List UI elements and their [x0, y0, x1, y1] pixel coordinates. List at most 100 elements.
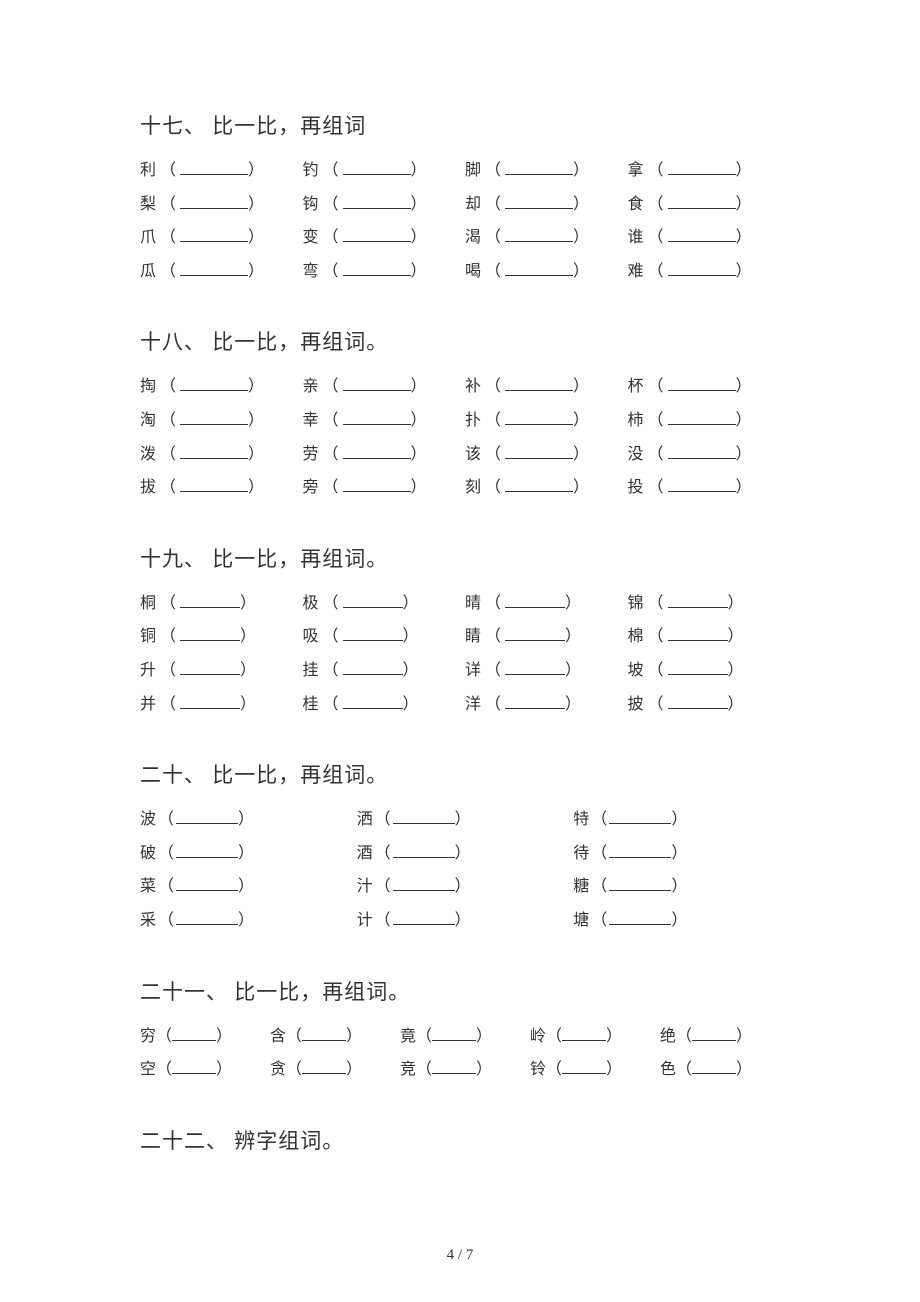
exercise-row: 泼（）劳（）该（）没（）	[140, 438, 790, 472]
fill-blank[interactable]	[668, 476, 736, 492]
fill-blank[interactable]	[180, 193, 248, 209]
fill-blank[interactable]	[668, 592, 728, 608]
fill-blank[interactable]	[505, 226, 573, 242]
fill-blank[interactable]	[180, 409, 248, 425]
fill-blank[interactable]	[609, 842, 671, 858]
fill-blank[interactable]	[505, 193, 573, 209]
fill-blank[interactable]	[172, 1025, 216, 1041]
fill-blank[interactable]	[343, 659, 403, 675]
fill-blank[interactable]	[668, 625, 728, 641]
fill-blank[interactable]	[343, 693, 403, 709]
section-title: 二十、 比一比，再组词。	[140, 759, 790, 789]
fill-blank[interactable]	[180, 226, 248, 242]
character: 塘	[573, 912, 591, 929]
fill-blank[interactable]	[393, 842, 455, 858]
exercise-item: 杯（）	[628, 370, 791, 404]
fill-blank[interactable]	[692, 1058, 736, 1074]
fill-blank[interactable]	[302, 1025, 346, 1041]
fill-blank[interactable]	[505, 409, 573, 425]
section-title: 十九、 比一比，再组词。	[140, 543, 790, 573]
fill-blank[interactable]	[393, 808, 455, 824]
section-title: 十七、 比一比，再组词	[140, 110, 790, 140]
fill-blank[interactable]	[180, 159, 248, 175]
fill-blank[interactable]	[668, 260, 736, 276]
fill-blank[interactable]	[180, 260, 248, 276]
fill-blank[interactable]	[668, 159, 736, 175]
exercise-item: 挂（）	[303, 654, 466, 688]
fill-blank[interactable]	[343, 226, 411, 242]
fill-blank[interactable]	[343, 193, 411, 209]
fill-blank[interactable]	[505, 659, 565, 675]
fill-blank[interactable]	[393, 875, 455, 891]
fill-blank[interactable]	[692, 1025, 736, 1041]
fill-blank[interactable]	[343, 476, 411, 492]
character: 亲	[303, 378, 323, 395]
fill-blank[interactable]	[343, 625, 403, 641]
fill-blank[interactable]	[505, 476, 573, 492]
fill-blank[interactable]	[668, 226, 736, 242]
fill-blank[interactable]	[505, 443, 573, 459]
character: 扑	[465, 412, 485, 429]
exercise-item: 铃（）	[530, 1053, 660, 1087]
fill-blank[interactable]	[393, 909, 455, 925]
character: 柿	[628, 412, 648, 429]
fill-blank[interactable]	[176, 909, 238, 925]
fill-blank[interactable]	[180, 693, 240, 709]
fill-blank[interactable]	[172, 1058, 216, 1074]
fill-blank[interactable]	[668, 659, 728, 675]
fill-blank[interactable]	[505, 260, 573, 276]
exercise-item: 喝（）	[465, 255, 628, 289]
exercise-item: 酒（）	[357, 837, 574, 871]
fill-blank[interactable]	[180, 375, 248, 391]
fill-blank[interactable]	[180, 443, 248, 459]
page-number: 4 / 7	[0, 1247, 920, 1264]
fill-blank[interactable]	[432, 1058, 476, 1074]
character: 补	[465, 378, 485, 395]
exercise-row: 铜（）吸（）睛（）棉（）	[140, 620, 790, 654]
fill-blank[interactable]	[432, 1025, 476, 1041]
fill-blank[interactable]	[668, 443, 736, 459]
fill-blank[interactable]	[180, 659, 240, 675]
exercise-item: 桂（）	[303, 688, 466, 722]
fill-blank[interactable]	[343, 443, 411, 459]
fill-blank[interactable]	[176, 842, 238, 858]
fill-blank[interactable]	[505, 693, 565, 709]
exercise-row: 菜（）汁（）糖（）	[140, 870, 790, 904]
fill-blank[interactable]	[609, 875, 671, 891]
fill-blank[interactable]	[562, 1058, 606, 1074]
fill-blank[interactable]	[176, 875, 238, 891]
exercise-item: 破（）	[140, 837, 357, 871]
fill-blank[interactable]	[668, 693, 728, 709]
fill-blank[interactable]	[505, 625, 565, 641]
fill-blank[interactable]	[180, 592, 240, 608]
character: 渴	[465, 229, 485, 246]
character: 变	[303, 229, 323, 246]
fill-blank[interactable]	[343, 592, 403, 608]
exercise-item: 脚（）	[465, 154, 628, 188]
character: 晴	[465, 595, 485, 612]
exercise-item: 梨（）	[140, 188, 303, 222]
fill-blank[interactable]	[180, 476, 248, 492]
fill-blank[interactable]	[343, 159, 411, 175]
fill-blank[interactable]	[343, 375, 411, 391]
fill-blank[interactable]	[176, 808, 238, 824]
fill-blank[interactable]	[609, 909, 671, 925]
fill-blank[interactable]	[343, 260, 411, 276]
fill-blank[interactable]	[668, 409, 736, 425]
exercise-item: 劳（）	[303, 438, 466, 472]
character: 旁	[303, 479, 323, 496]
character: 难	[628, 263, 648, 280]
character: 谁	[628, 229, 648, 246]
fill-blank[interactable]	[343, 409, 411, 425]
fill-blank[interactable]	[562, 1025, 606, 1041]
fill-blank[interactable]	[180, 625, 240, 641]
fill-blank[interactable]	[505, 375, 573, 391]
exercise-item: 竟（）	[400, 1020, 530, 1054]
fill-blank[interactable]	[505, 159, 573, 175]
fill-blank[interactable]	[609, 808, 671, 824]
fill-blank[interactable]	[302, 1058, 346, 1074]
character: 竟	[400, 1028, 416, 1045]
fill-blank[interactable]	[668, 193, 736, 209]
fill-blank[interactable]	[668, 375, 736, 391]
fill-blank[interactable]	[505, 592, 565, 608]
